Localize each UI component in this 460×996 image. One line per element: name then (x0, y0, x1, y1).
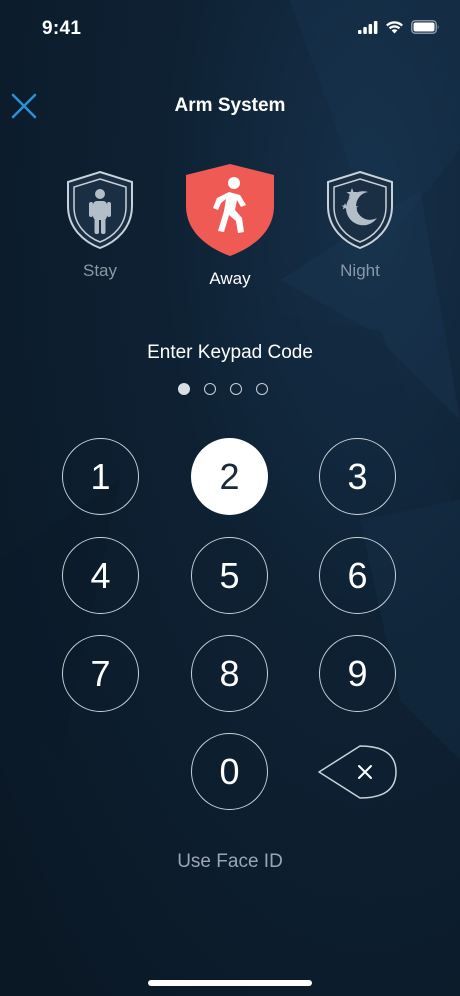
backspace-button[interactable] (316, 743, 400, 801)
key-7[interactable]: 7 (62, 635, 139, 712)
key-0[interactable]: 0 (191, 733, 268, 810)
key-6[interactable]: 6 (319, 537, 396, 614)
code-dot (230, 383, 242, 395)
key-9[interactable]: 9 (319, 635, 396, 712)
status-bar: 9:41 (0, 0, 460, 60)
cellular-signal-icon (358, 20, 378, 34)
code-progress-dots (178, 383, 268, 395)
status-time: 9:41 (42, 18, 82, 39)
code-dot (178, 383, 190, 395)
key-5[interactable]: 5 (191, 537, 268, 614)
person-standing-icon (67, 170, 133, 250)
page-title: Arm System (174, 95, 286, 116)
home-indicator[interactable] (148, 980, 312, 986)
status-icons (358, 20, 440, 34)
code-dot (256, 383, 268, 395)
person-walking-icon (186, 164, 274, 256)
battery-icon (411, 20, 439, 34)
code-dot (204, 383, 216, 395)
mode-night-label: Night (340, 261, 380, 280)
wifi-icon (386, 21, 403, 34)
use-face-id-button[interactable]: Use Face ID (0, 851, 460, 873)
key-1[interactable]: 1 (62, 438, 139, 515)
key-8[interactable]: 8 (191, 635, 268, 712)
mode-stay[interactable]: Stay (60, 170, 140, 281)
moon-stars-icon (327, 170, 393, 250)
mode-stay-label: Stay (82, 261, 118, 280)
keypad-prompt: Enter Keypad Code (147, 342, 313, 363)
key-3[interactable]: 3 (319, 438, 396, 515)
mode-away-label: Away (209, 269, 251, 288)
mode-away[interactable]: Away (183, 162, 277, 289)
arm-system-screen: 9:41 Arm System Stay Away Night Enter Ke… (0, 0, 460, 996)
backspace-icon (318, 745, 397, 799)
key-4[interactable]: 4 (62, 537, 139, 614)
key-2[interactable]: 2 (191, 438, 268, 515)
mode-night[interactable]: Night (320, 170, 400, 281)
